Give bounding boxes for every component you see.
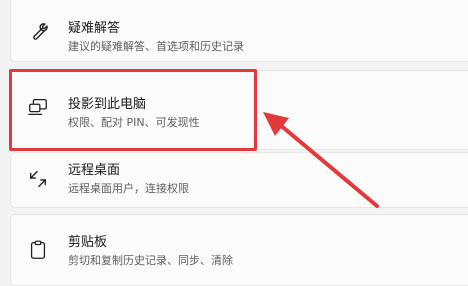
wrench-icon [27,21,49,43]
settings-item-clipboard[interactable]: 剪贴板 剪切和复制历史记录、同步、清除 [10,214,468,286]
settings-item-remote-desktop[interactable]: 远程桌面 远程桌面用户，连接权限 [10,152,468,208]
item-title: 投影到此电脑 [68,97,147,112]
remote-desktop-icon [27,168,49,190]
settings-item-troubleshoot[interactable]: 疑难解答 建议的疑难解答、首选项和历史记录 [10,0,468,62]
annotation-arrow-icon [263,112,379,208]
item-subtitle: 建议的疑难解答、首选项和历史记录 [68,40,244,53]
project-to-pc-icon [27,96,49,118]
item-subtitle: 剪切和复制历史记录、同步、清除 [68,254,233,267]
item-title: 剪贴板 [68,235,108,250]
item-subtitle: 远程桌面用户，连接权限 [68,182,189,195]
settings-item-project-to-pc[interactable]: 投影到此电脑 权限、配对 PIN、可发现性 [10,70,468,150]
item-title: 疑难解答 [68,21,121,36]
item-subtitle: 权限、配对 PIN、可发现性 [68,116,200,129]
item-title: 远程桌面 [68,163,121,178]
clipboard-icon [27,239,49,261]
